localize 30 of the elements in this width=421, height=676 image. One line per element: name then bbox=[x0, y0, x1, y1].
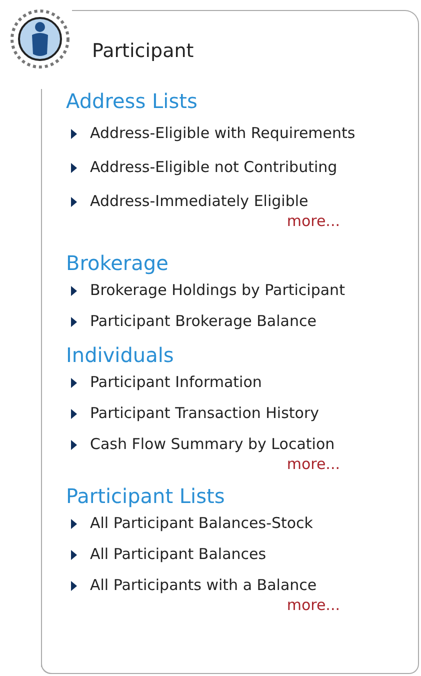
panel-title: Participant bbox=[92, 40, 194, 62]
report-link[interactable]: Participant Information bbox=[90, 371, 262, 394]
more-link[interactable]: more... bbox=[286, 454, 340, 474]
report-link[interactable]: Cash Flow Summary by Location bbox=[90, 433, 335, 456]
triangle-bullet-icon bbox=[71, 440, 77, 450]
triangle-bullet-icon bbox=[71, 378, 77, 388]
report-link[interactable]: All Participants with a Balance bbox=[90, 574, 317, 597]
more-link[interactable]: more... bbox=[286, 212, 340, 232]
report-link[interactable]: Participant Transaction History bbox=[90, 402, 320, 425]
report-link[interactable]: Address-Eligible not Contributing bbox=[90, 156, 338, 179]
triangle-bullet-icon bbox=[71, 286, 77, 296]
triangle-bullet-icon bbox=[71, 518, 77, 528]
report-link[interactable]: Participant Brokerage Balance bbox=[90, 310, 316, 333]
report-link[interactable]: All Participant Balances-Stock bbox=[90, 512, 313, 535]
triangle-bullet-icon bbox=[71, 550, 77, 560]
report-link[interactable]: All Participant Balances bbox=[90, 543, 266, 566]
triangle-bullet-icon bbox=[71, 162, 77, 172]
triangle-bullet-icon bbox=[71, 580, 77, 590]
report-link[interactable]: Brokerage Holdings by Participant bbox=[90, 279, 345, 302]
report-link[interactable]: Address-Immediately Eligible bbox=[90, 190, 308, 213]
report-link[interactable]: Address-Eligible with Requirements bbox=[90, 122, 356, 145]
triangle-bullet-icon bbox=[71, 196, 77, 206]
section-heading[interactable]: Individuals bbox=[66, 342, 414, 368]
section-heading[interactable]: Participant Lists bbox=[66, 482, 414, 508]
more-link[interactable]: more... bbox=[286, 596, 340, 616]
section-heading[interactable]: Brokerage bbox=[66, 250, 414, 276]
triangle-bullet-icon bbox=[71, 408, 77, 418]
triangle-bullet-icon bbox=[71, 128, 77, 138]
triangle-bullet-icon bbox=[71, 316, 77, 326]
section-heading[interactable]: Address Lists bbox=[66, 88, 414, 114]
